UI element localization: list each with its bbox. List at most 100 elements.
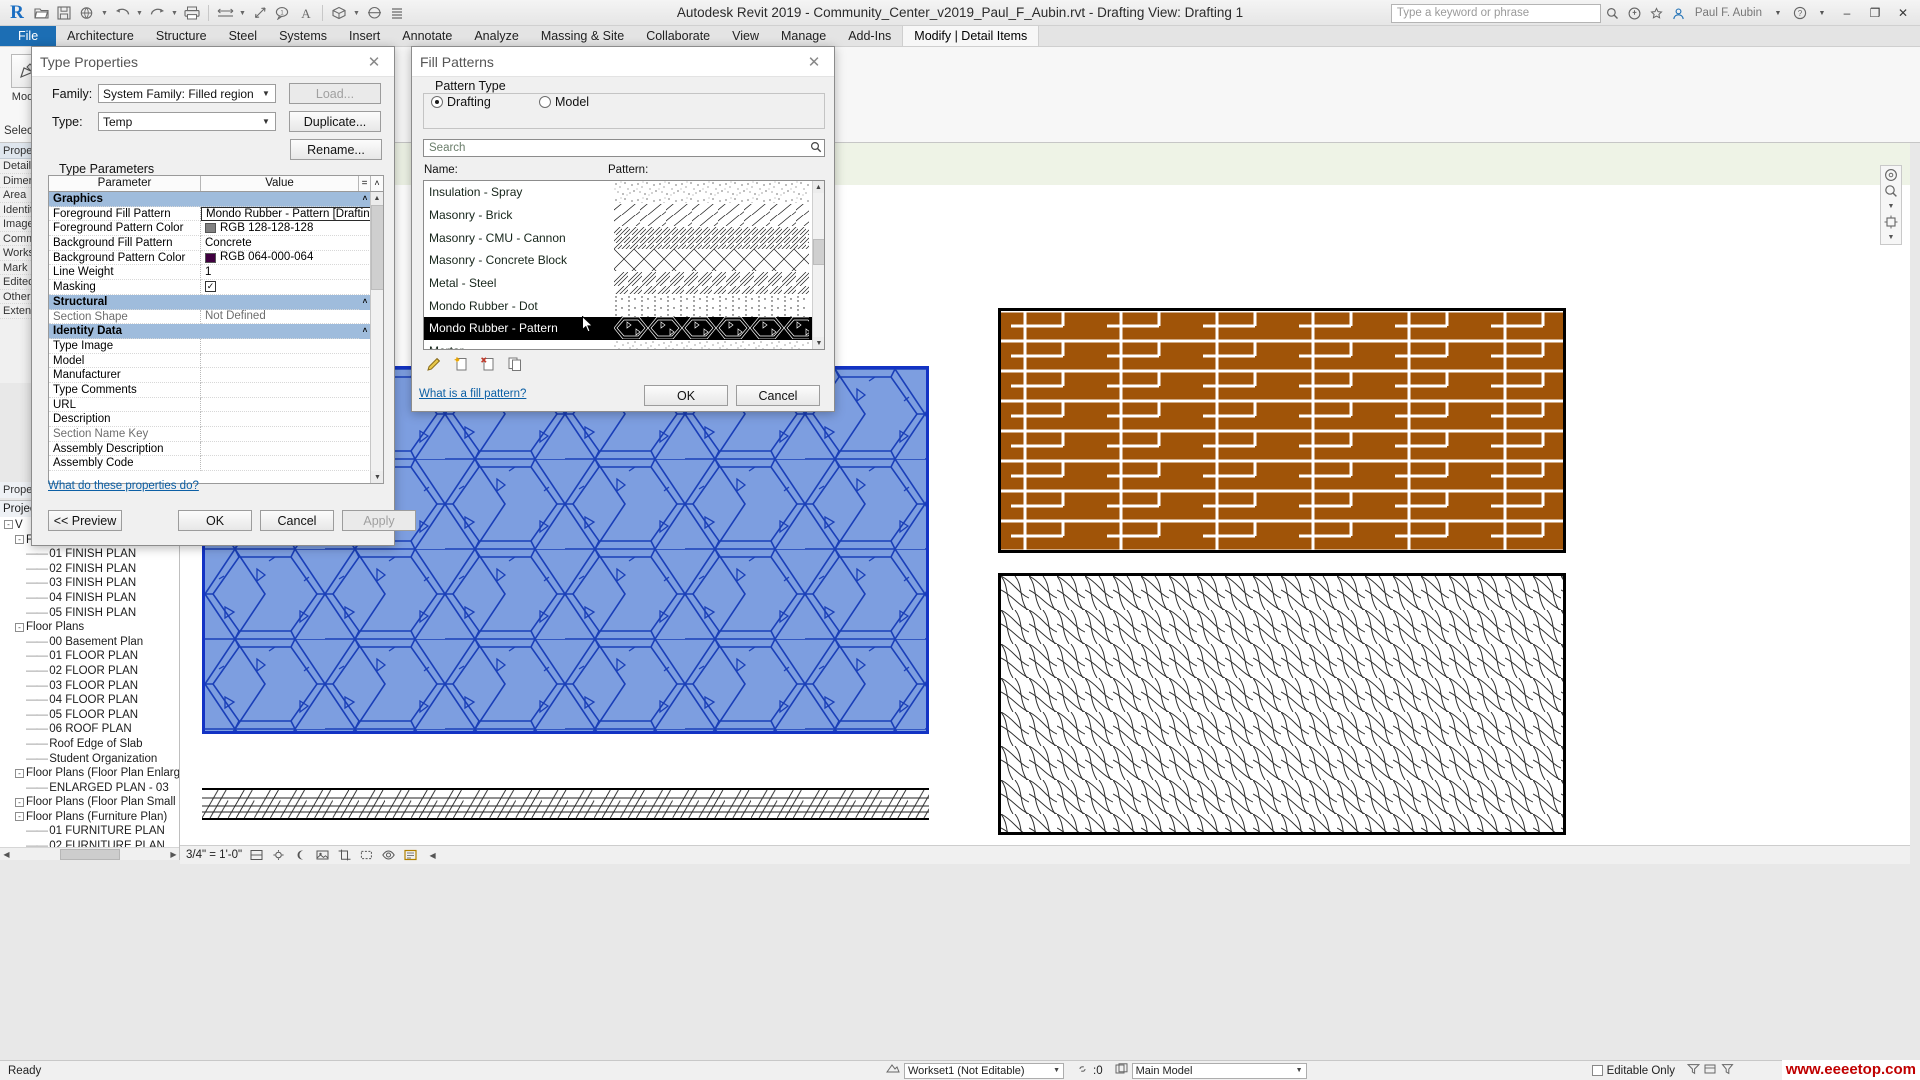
drafting-radio-icon[interactable] xyxy=(431,96,443,108)
parameter-value[interactable]: RGB 128-128-128 xyxy=(201,221,371,237)
help-chevron-down-icon[interactable]: ▼ xyxy=(1812,3,1832,23)
pattern-search-input[interactable]: Search xyxy=(423,139,825,157)
pattern-list-vscrollbar[interactable]: ▲ ▼ xyxy=(812,181,824,349)
tab-manage[interactable]: Manage xyxy=(770,26,837,46)
parameter-row[interactable]: Type Image xyxy=(49,338,383,354)
parameter-value[interactable]: Concrete xyxy=(201,236,371,251)
text-icon[interactable]: A xyxy=(296,3,316,23)
tree-expand-icon[interactable]: - xyxy=(4,520,13,530)
search-icon[interactable] xyxy=(1603,3,1623,23)
tab-modify-detail-items[interactable]: Modify | Detail Items xyxy=(902,26,1040,46)
pan-icon[interactable] xyxy=(1882,215,1900,229)
project-browser-node[interactable]: —— ENLARGED PLAN - 03 xyxy=(2,781,179,796)
duplicate-button[interactable]: Duplicate... xyxy=(289,111,381,132)
parameter-value[interactable]: Mondo Rubber - Pattern [Draftin xyxy=(201,206,371,222)
close-button[interactable]: ✕ xyxy=(1890,1,1916,25)
account-name[interactable]: Paul F. Aubin xyxy=(1691,7,1766,19)
undo-chevron-down-icon[interactable]: ▼ xyxy=(135,10,144,17)
view-scale[interactable]: 3/4" = 1'-0" xyxy=(186,849,242,861)
preview-button[interactable]: << Preview xyxy=(48,510,122,531)
project-browser-node[interactable]: —— 04 FLOOR PLAN xyxy=(2,693,179,708)
ok-button[interactable]: OK xyxy=(644,385,728,406)
parameter-row[interactable]: Foreground Fill Pattern Mondo Rubber - Pa… xyxy=(49,206,383,222)
open-icon[interactable] xyxy=(31,3,51,23)
redo-chevron-down-icon[interactable]: ▼ xyxy=(170,10,179,17)
close-icon[interactable]: ✕ xyxy=(362,51,386,73)
cancel-button[interactable]: Cancel xyxy=(736,385,820,406)
reveal-hidden-elements-icon[interactable] xyxy=(403,848,418,863)
project-browser-node[interactable]: —— 06 ROOF PLAN xyxy=(2,722,179,737)
project-browser-node[interactable]: - Floor Plans (Floor Plan Small ! xyxy=(2,795,179,810)
tab-steel[interactable]: Steel xyxy=(218,26,269,46)
measure-icon[interactable] xyxy=(215,3,235,23)
scroll-right-icon[interactable]: ▶ xyxy=(167,848,179,860)
minimize-button[interactable]: – xyxy=(1834,1,1860,25)
parameter-value[interactable] xyxy=(201,456,371,472)
editable-only-group[interactable]: Editable Only xyxy=(1586,1061,1740,1080)
parameter-value[interactable] xyxy=(201,427,371,442)
delete-pattern-icon[interactable] xyxy=(479,355,496,372)
filled-region-brown-preview[interactable] xyxy=(998,308,1566,553)
design-option-chevron-down-icon[interactable]: ▼ xyxy=(1296,1064,1303,1078)
rename-button[interactable]: Rename... xyxy=(290,139,382,160)
crop-region-visibility-icon[interactable] xyxy=(359,848,374,863)
scroll-down-icon[interactable]: ▼ xyxy=(371,471,383,483)
project-browser-node[interactable]: —— Roof Edge of Slab xyxy=(2,737,179,752)
parameter-value[interactable]: ✓ xyxy=(201,280,371,295)
parameter-row[interactable]: Line Weight 1 xyxy=(49,265,383,281)
undo-icon[interactable] xyxy=(112,3,132,23)
project-browser-node[interactable]: —— 04 FINISH PLAN xyxy=(2,591,179,606)
measure-chevron-down-icon[interactable]: ▼ xyxy=(238,10,247,17)
radio-drafting[interactable]: Drafting xyxy=(431,95,491,109)
scroll-up-icon[interactable]: ▲ xyxy=(813,181,824,193)
project-browser-node[interactable]: - Floor Plans xyxy=(2,620,179,635)
family-select[interactable]: System Family: Filled region ▼ xyxy=(98,84,276,103)
view-chevron-down-icon[interactable]: ▼ xyxy=(352,10,361,17)
maximize-button[interactable]: ❐ xyxy=(1862,1,1888,25)
search-input[interactable]: Type a keyword or phrase xyxy=(1390,3,1601,23)
filter-count-icon[interactable] xyxy=(1721,1063,1734,1078)
vscroll-thumb[interactable] xyxy=(371,205,383,290)
project-browser-node[interactable]: —— 03 FINISH PLAN xyxy=(2,576,179,591)
new-pattern-icon[interactable] xyxy=(452,355,469,372)
revit-logo-icon[interactable]: R xyxy=(6,2,28,24)
parameter-row[interactable]: Assembly Description xyxy=(49,441,383,457)
filled-region-hatch-preview[interactable] xyxy=(998,573,1566,835)
parameter-value[interactable] xyxy=(201,412,371,427)
pattern-list-item[interactable]: Metal - Steel xyxy=(424,272,824,295)
close-icon[interactable]: ✕ xyxy=(802,51,826,73)
parameter-value[interactable] xyxy=(201,354,371,369)
parameter-row[interactable]: Description xyxy=(49,412,383,427)
tab-analyze[interactable]: Analyze xyxy=(463,26,529,46)
parameter-row[interactable]: Model xyxy=(49,353,383,369)
project-browser-node[interactable]: —— 02 FLOOR PLAN xyxy=(2,664,179,679)
type-parameters-vscrollbar[interactable]: ▲ ▼ xyxy=(370,192,383,483)
fill-patterns-dialog[interactable]: Fill Patterns ✕ Pattern Type Drafting Mo… xyxy=(411,46,835,412)
zoom-icon[interactable] xyxy=(1882,184,1900,198)
parameter-row[interactable]: Background Fill Pattern Concrete xyxy=(49,236,383,251)
thin-lines-icon[interactable] xyxy=(387,3,407,23)
type-properties-dialog[interactable]: Type Properties ✕ Family: System Family:… xyxy=(31,46,416,546)
redo-icon[interactable] xyxy=(147,3,167,23)
filter-icon[interactable] xyxy=(1686,1063,1701,1078)
search-icon[interactable] xyxy=(810,141,822,156)
parameter-row[interactable]: Manufacturer xyxy=(49,368,383,383)
pattern-list-item[interactable]: Mondo Rubber - Pattern xyxy=(424,317,824,340)
project-browser-node[interactable]: —— 01 FLOOR PLAN xyxy=(2,649,179,664)
load-button[interactable]: Load... xyxy=(289,83,381,104)
cancel-button[interactable]: Cancel xyxy=(260,510,334,531)
parameter-row[interactable]: Masking ✓ xyxy=(49,280,383,295)
model-radio-icon[interactable] xyxy=(539,96,551,108)
project-browser-node[interactable]: —— 00 Basement Plan xyxy=(2,635,179,650)
view-options-chevron-icon[interactable]: ◀ xyxy=(425,848,440,863)
parameter-value[interactable]: RGB 064-000-064 xyxy=(201,251,371,266)
parameter-row[interactable]: Type Comments xyxy=(49,382,383,398)
crop-view-icon[interactable] xyxy=(337,848,352,863)
type-properties-help-link[interactable]: What do these properties do? xyxy=(48,480,199,492)
editable-only-checkbox[interactable] xyxy=(1591,1065,1603,1076)
tree-expand-icon[interactable]: - xyxy=(15,797,24,807)
save-as-icon[interactable] xyxy=(77,3,97,23)
tab-view[interactable]: View xyxy=(721,26,770,46)
scroll-up-icon[interactable]: ▲ xyxy=(371,192,383,205)
workset-select[interactable]: Workset1 (Not Editable) ▼ xyxy=(904,1062,1064,1079)
